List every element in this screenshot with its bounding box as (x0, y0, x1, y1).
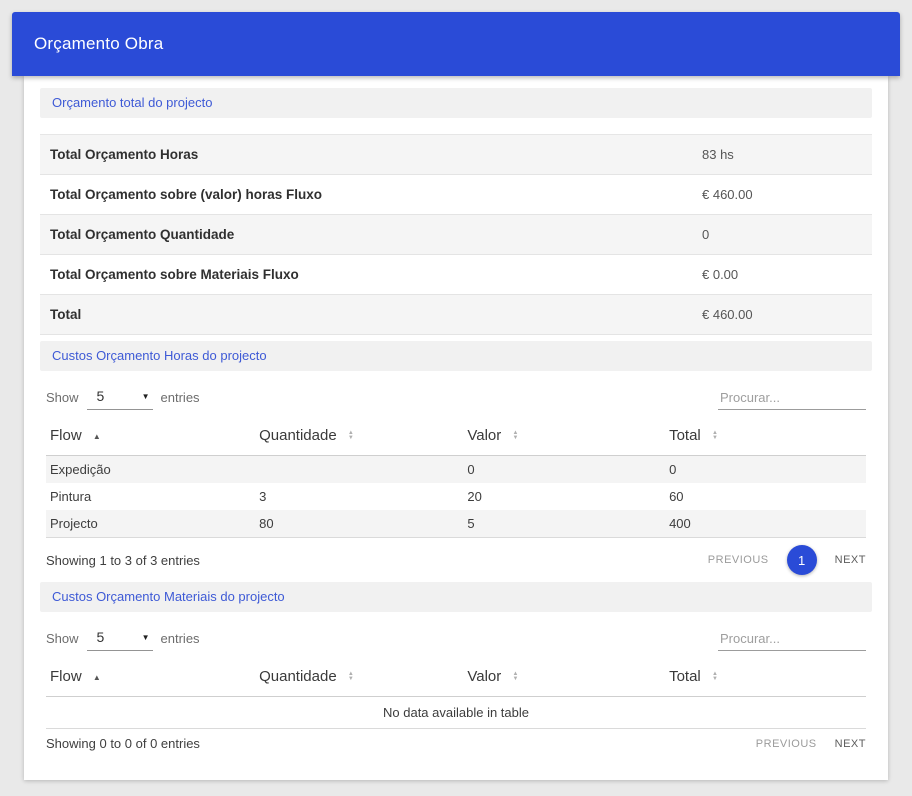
hours-col-flow[interactable]: Flow ▲ (46, 418, 255, 456)
table-row: Pintura 3 20 60 (46, 483, 866, 510)
col-label: Total (669, 668, 701, 685)
materials-table-header-row: Flow ▲ Quantidade ▲▼ Valor ▲▼ Total ▲▼ (46, 659, 866, 697)
materials-table-controls: Show 5 ▼ entries (46, 626, 866, 651)
sort-both-icon: ▲▼ (348, 672, 354, 682)
page-length-select-wrap: 5 ▼ (87, 385, 153, 410)
materials-col-flow[interactable]: Flow ▲ (46, 659, 255, 697)
summary-section-title: Orçamento total do projecto (52, 95, 212, 110)
cell-valor: 5 (463, 510, 665, 538)
cell-total: 60 (665, 483, 866, 510)
show-label: Show (46, 631, 79, 646)
materials-table-footer: Showing 0 to 0 of 0 entries PREVIOUS NEX… (40, 729, 872, 758)
cell-quantidade: 80 (255, 510, 463, 538)
hours-table-footer: Showing 1 to 3 of 3 entries PREVIOUS 1 N… (40, 538, 872, 582)
col-label: Flow (50, 427, 82, 444)
cell-quantidade: 3 (255, 483, 463, 510)
table-row: Projecto 80 5 400 (46, 510, 866, 538)
hours-section-title: Custos Orçamento Horas do projecto (52, 348, 267, 363)
entries-label: entries (161, 631, 200, 646)
summary-row: Total Orçamento Horas 83 hs (40, 135, 872, 175)
materials-search-input[interactable] (718, 627, 866, 651)
sort-asc-icon: ▲ (93, 432, 101, 441)
hours-col-quantidade[interactable]: Quantidade ▲▼ (255, 418, 463, 456)
cell-quantidade (255, 456, 463, 484)
hours-pagination: PREVIOUS 1 NEXT (708, 545, 866, 575)
materials-pagination: PREVIOUS NEXT (756, 738, 866, 750)
cell-valor: 20 (463, 483, 665, 510)
entries-label: entries (161, 390, 200, 405)
hours-table-header-row: Flow ▲ Quantidade ▲▼ Valor ▲▼ Total ▲▼ (46, 418, 866, 456)
previous-page-button[interactable]: PREVIOUS (756, 738, 817, 750)
summary-label: Total Orçamento Horas (50, 147, 702, 162)
summary-label: Total Orçamento sobre Materiais Fluxo (50, 267, 702, 282)
materials-page-length-select[interactable]: 5 (87, 626, 153, 650)
hours-section-header: Custos Orçamento Horas do projecto (40, 341, 872, 371)
cell-total: 0 (665, 456, 866, 484)
hours-table: Flow ▲ Quantidade ▲▼ Valor ▲▼ Total ▲▼ (46, 418, 866, 538)
hours-page-length: Show 5 ▼ entries (46, 385, 200, 410)
previous-page-button[interactable]: PREVIOUS (708, 554, 769, 566)
sort-asc-icon: ▲ (93, 673, 101, 682)
sort-both-icon: ▲▼ (512, 672, 518, 682)
hours-search (718, 386, 866, 410)
sort-both-icon: ▲▼ (348, 431, 354, 441)
summary-value: € 0.00 (702, 267, 862, 282)
next-page-button[interactable]: NEXT (835, 738, 866, 750)
materials-table-info: Showing 0 to 0 of 0 entries (46, 736, 200, 751)
summary-label: Total (50, 307, 702, 322)
summary-table: Total Orçamento Horas 83 hs Total Orçame… (40, 134, 872, 335)
summary-value: € 460.00 (702, 307, 862, 322)
summary-row: Total Orçamento sobre Materiais Fluxo € … (40, 255, 872, 295)
summary-label: Total Orçamento Quantidade (50, 227, 702, 242)
col-label: Quantidade (259, 668, 337, 685)
page-length-select-wrap: 5 ▼ (87, 626, 153, 651)
empty-row: No data available in table (46, 697, 866, 729)
app-header: Orçamento Obra (12, 12, 900, 76)
page-title: Orçamento Obra (34, 34, 163, 54)
summary-value: € 460.00 (702, 187, 862, 202)
content-card: Orçamento total do projecto Total Orçame… (24, 76, 888, 780)
summary-row: Total Orçamento sobre (valor) horas Flux… (40, 175, 872, 215)
col-label: Total (669, 427, 701, 444)
materials-section-header: Custos Orçamento Materiais do projecto (40, 582, 872, 612)
col-label: Quantidade (259, 427, 337, 444)
col-label: Flow (50, 668, 82, 685)
summary-section-header: Orçamento total do projecto (40, 88, 872, 118)
cell-total: 400 (665, 510, 866, 538)
empty-message: No data available in table (46, 697, 866, 729)
summary-label: Total Orçamento sobre (valor) horas Flux… (50, 187, 702, 202)
show-label: Show (46, 390, 79, 405)
sort-both-icon: ▲▼ (712, 431, 718, 441)
page-number-button[interactable]: 1 (787, 545, 817, 575)
materials-section-title: Custos Orçamento Materiais do projecto (52, 589, 285, 604)
sort-both-icon: ▲▼ (712, 672, 718, 682)
cell-flow: Projecto (46, 510, 255, 538)
hours-table-info: Showing 1 to 3 of 3 entries (46, 553, 200, 568)
next-page-button[interactable]: NEXT (835, 554, 866, 566)
materials-col-quantidade[interactable]: Quantidade ▲▼ (255, 659, 463, 697)
hours-col-total[interactable]: Total ▲▼ (665, 418, 866, 456)
summary-value: 83 hs (702, 147, 862, 162)
materials-col-valor[interactable]: Valor ▲▼ (463, 659, 665, 697)
sort-both-icon: ▲▼ (512, 431, 518, 441)
cell-valor: 0 (463, 456, 665, 484)
page-background: Orçamento Obra Orçamento total do projec… (0, 0, 912, 796)
hours-search-input[interactable] (718, 386, 866, 410)
col-label: Valor (467, 668, 501, 685)
hours-col-valor[interactable]: Valor ▲▼ (463, 418, 665, 456)
col-label: Valor (467, 427, 501, 444)
materials-search (718, 627, 866, 651)
table-row: Expedição 0 0 (46, 456, 866, 484)
materials-col-total[interactable]: Total ▲▼ (665, 659, 866, 697)
cell-flow: Expedição (46, 456, 255, 484)
summary-row: Total € 460.00 (40, 295, 872, 335)
materials-page-length: Show 5 ▼ entries (46, 626, 200, 651)
cell-flow: Pintura (46, 483, 255, 510)
summary-row: Total Orçamento Quantidade 0 (40, 215, 872, 255)
materials-table: Flow ▲ Quantidade ▲▼ Valor ▲▼ Total ▲▼ (46, 659, 866, 729)
summary-value: 0 (702, 227, 862, 242)
hours-page-length-select[interactable]: 5 (87, 385, 153, 409)
hours-table-controls: Show 5 ▼ entries (46, 385, 866, 410)
